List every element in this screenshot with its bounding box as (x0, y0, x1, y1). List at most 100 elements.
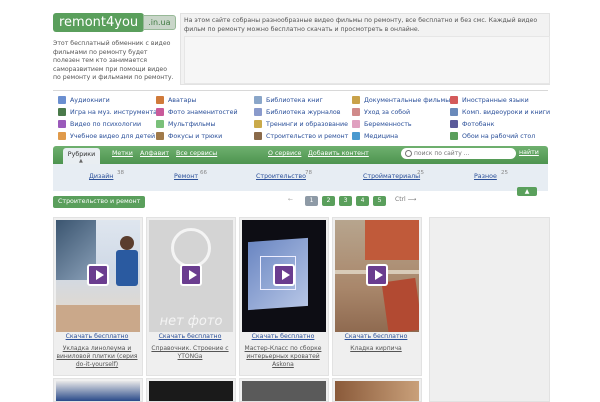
category-construction[interactable]: Строительство и ремонт (254, 132, 348, 140)
download-link[interactable]: Скачать бесплатно (146, 333, 234, 340)
film-icon (352, 96, 360, 104)
subcategory-count: 25 (417, 170, 424, 176)
category-label: Видео по психологии (70, 120, 142, 128)
category-label: Фокусы и трюки (168, 132, 223, 140)
category-label: Тренинги и образование (266, 120, 348, 128)
chevron-up-icon: ▲ (524, 188, 530, 195)
category-music-instruments[interactable]: Игра на муз. инструментах (58, 108, 161, 116)
category-languages[interactable]: Иностранные языки (450, 96, 529, 104)
category-photobank[interactable]: Фотобанк (450, 120, 494, 128)
category-kids-video[interactable]: Учебное видео для детей (58, 132, 155, 140)
category-celebrity-photos[interactable]: Фото знаменитостей (156, 108, 238, 116)
category-label: Мультфильмы (168, 120, 216, 128)
category-trainings[interactable]: Тренинги и образование (254, 120, 348, 128)
video-thumbnail[interactable] (56, 220, 140, 332)
video-title-link[interactable]: Справочник. Строение с YTONGа (146, 345, 234, 361)
face-icon (352, 108, 360, 116)
guitar-icon (58, 108, 66, 116)
graduation-icon (254, 120, 262, 128)
category-label: Беременность (364, 120, 412, 128)
category-magazines[interactable]: Библиотека журналов (254, 108, 340, 116)
category-label: Игра на муз. инструментах (70, 108, 161, 116)
category-medicine[interactable]: Медицина (352, 132, 398, 140)
avatar-icon (156, 96, 164, 104)
download-link[interactable]: Скачать бесплатно (239, 333, 327, 340)
logo-domain-text: .in.ua (143, 14, 176, 30)
category-documentaries[interactable]: Документальные фильмы (352, 96, 450, 104)
ctrl-label: Ctrl (395, 196, 406, 203)
magic-hat-icon (156, 132, 164, 140)
video-thumbnail[interactable]: нет фото (149, 220, 233, 332)
category-label: Документальные фильмы (364, 96, 451, 104)
video-title-link[interactable]: Мастер-Класс по сборке интерьерных крова… (239, 345, 327, 369)
video-title-link[interactable]: Укладка линолеума и виниловой плитки (се… (53, 345, 141, 369)
video-card[interactable] (239, 378, 329, 402)
video-card[interactable] (146, 378, 236, 402)
pager-page-3[interactable]: 3 (339, 196, 352, 206)
nav-link-all-services[interactable]: Все сервисы (176, 150, 217, 157)
category-psychology[interactable]: Видео по психологии (58, 120, 141, 128)
download-link[interactable]: Скачать бесплатно (332, 333, 420, 340)
search-input[interactable] (414, 148, 509, 159)
video-card[interactable] (53, 378, 143, 402)
category-label: Иностранные языки (462, 96, 529, 104)
nav-link-alphabet[interactable]: Алфавит (140, 150, 169, 157)
sidebar-column (429, 217, 550, 402)
category-label: Фото знаменитостей (168, 108, 238, 116)
category-self-care[interactable]: Уход за собой (352, 108, 410, 116)
video-thumbnail[interactable] (242, 220, 326, 332)
pager-hint: Ctrl ⟶ (395, 196, 416, 203)
nav-link-tags[interactable]: Метки (112, 150, 133, 157)
search-button[interactable]: найти (519, 149, 539, 156)
kids-icon (58, 132, 66, 140)
subcategory-repair[interactable]: Ремонт (174, 173, 198, 180)
nav-link-about[interactable]: О сервисе (268, 150, 301, 157)
category-pregnancy[interactable]: Беременность (352, 120, 412, 128)
category-label: Библиотека книг (266, 96, 323, 104)
category-wallpapers[interactable]: Обои на рабочий стол (450, 132, 535, 140)
headphones-icon (58, 96, 66, 104)
download-link[interactable]: Скачать бесплатно (53, 333, 141, 340)
category-computer-tutorials[interactable]: Комп. видеоуроки и книги (450, 108, 550, 116)
subcategory-count: 66 (200, 170, 207, 176)
category-label: Медицина (364, 132, 399, 140)
computer-icon (450, 108, 458, 116)
pager-page-2[interactable]: 2 (322, 196, 335, 206)
category-cartoons[interactable]: Мультфильмы (156, 120, 216, 128)
prev-arrow-icon: ← (288, 196, 294, 203)
video-thumbnail[interactable] (335, 220, 419, 332)
video-card[interactable] (332, 378, 422, 402)
monitor-icon (450, 132, 458, 140)
site-logo[interactable]: remont4you .in.ua (53, 11, 176, 33)
subcategory-design[interactable]: Дизайн (89, 173, 113, 180)
category-label: Уход за собой (364, 108, 411, 116)
site-description: Этот бесплатный обменник с видео фильмам… (53, 40, 174, 82)
nav-link-add-content[interactable]: Добавить контент (308, 150, 369, 157)
subcategory-materials[interactable]: Стройматериалы (363, 173, 420, 180)
cartoon-icon (156, 120, 164, 128)
breadcrumb[interactable]: Строительство и ремонт (53, 196, 146, 208)
pager-page-1[interactable]: 1 (305, 196, 318, 206)
top-info-text: На этом сайте собраны разнообразные виде… (184, 17, 538, 33)
category-audiobooks[interactable]: Аудиокниги (58, 96, 110, 104)
video-title-link[interactable]: Кладка кирпича (332, 345, 420, 353)
subcategory-count: 78 (305, 170, 312, 176)
play-icon (273, 264, 295, 286)
subcategory-construction[interactable]: Строительство (256, 173, 306, 180)
subcategory-count: 38 (117, 170, 124, 176)
category-label: Строительство и ремонт (266, 132, 349, 140)
category-tricks[interactable]: Фокусы и трюки (156, 132, 222, 140)
category-label: Обои на рабочий стол (462, 132, 536, 140)
medicine-icon (352, 132, 360, 140)
next-arrow-icon: ⟶ (407, 196, 417, 203)
category-books[interactable]: Библиотека книг (254, 96, 323, 104)
play-icon (87, 264, 109, 286)
pager-page-5[interactable]: 5 (373, 196, 386, 206)
collapse-button[interactable]: ▲ (517, 187, 537, 196)
category-avatars[interactable]: Аватары (156, 96, 196, 104)
bulb-placeholder-icon (171, 228, 211, 268)
subcategory-misc[interactable]: Разное (474, 173, 497, 180)
category-label: Аватары (168, 96, 197, 104)
category-label: Библиотека журналов (266, 108, 341, 116)
pager-page-4[interactable]: 4 (356, 196, 369, 206)
